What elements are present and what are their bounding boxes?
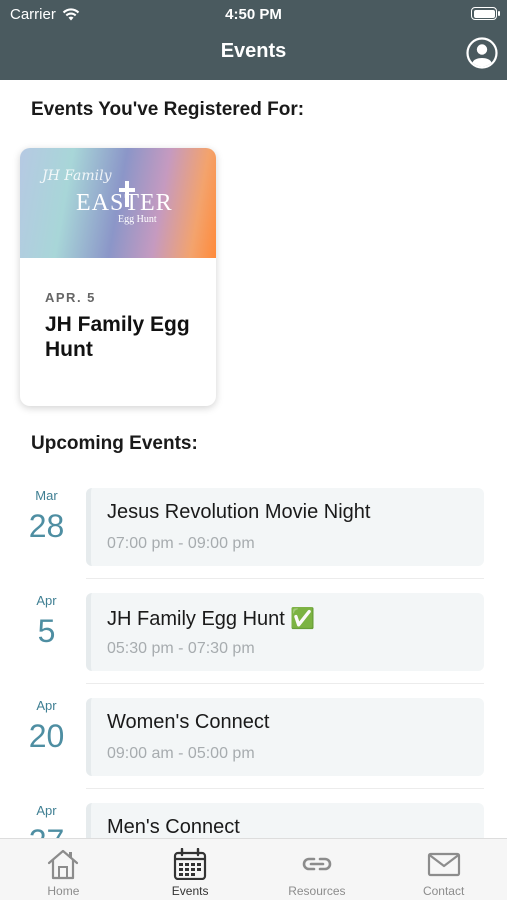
calendar-icon (174, 848, 207, 880)
event-month: Apr (36, 803, 57, 818)
event-title: Men's Connect (107, 816, 240, 838)
event-time: 05:30 pm - 07:30 pm (107, 640, 255, 657)
registered-event-date: APR. 5 (45, 290, 96, 305)
registered-heading: Events You've Registered For: (31, 99, 305, 120)
page-title: Events (220, 40, 287, 62)
tab-bar: Home Events Resources Contact (0, 838, 507, 900)
link-icon (302, 857, 332, 871)
event-month: Apr (36, 593, 57, 608)
status-bar: Carrier 4:50 PM (0, 0, 507, 30)
event-month: Apr (36, 698, 57, 713)
tab-label: Home (47, 884, 80, 898)
event-card[interactable]: JH Family Egg Hunt ✅ 05:30 pm - 07:30 pm (86, 593, 484, 671)
tab-label: Events (171, 884, 209, 898)
event-row[interactable]: Apr 5 JH Family Egg Hunt ✅ 05:30 pm - 07… (0, 585, 507, 690)
event-day: 5 (37, 613, 56, 649)
event-card[interactable]: Jesus Revolution Movie Night 07:00 pm - … (86, 488, 484, 566)
status-time: 4:50 PM (225, 6, 282, 23)
event-row[interactable]: Mar 28 Jesus Revolution Movie Night 07:0… (0, 480, 507, 585)
divider (86, 683, 484, 684)
tab-contact[interactable]: Contact (380, 839, 507, 900)
event-day: 20 (28, 718, 65, 754)
event-title: JH Family Egg Hunt ✅ (107, 608, 316, 630)
event-title: Women's Connect (107, 711, 270, 733)
tab-label: Contact (422, 884, 465, 898)
banner-subtitle-text: Egg Hunt (118, 214, 157, 225)
battery-icon (471, 7, 500, 20)
registered-event-name: JH Family Egg Hunt (45, 313, 190, 361)
banner-title-text: EASTER (76, 190, 173, 216)
upcoming-heading: Upcoming Events: (31, 433, 198, 454)
event-title: Jesus Revolution Movie Night (107, 501, 371, 523)
home-icon (48, 849, 79, 880)
top-bar: Carrier 4:50 PM Events (0, 0, 507, 80)
event-card[interactable]: Women's Connect 09:00 am - 05:00 pm (86, 698, 484, 776)
registered-event-card[interactable]: JH Family EASTER Egg Hunt APR. 5 JH Fami… (20, 148, 216, 406)
tab-label: Resources (288, 884, 346, 898)
event-time: 09:00 am - 05:00 pm (107, 745, 255, 762)
banner-script-text: JH Family (42, 168, 112, 184)
divider (86, 788, 484, 789)
event-month: Mar (35, 488, 58, 503)
tab-events[interactable]: Events (127, 839, 254, 900)
event-day: 28 (28, 508, 65, 544)
profile-button[interactable] (466, 37, 498, 69)
event-time: 07:00 pm - 09:00 pm (107, 535, 255, 552)
divider (86, 578, 484, 579)
event-row[interactable]: Apr 20 Women's Connect 09:00 am - 05:00 … (0, 690, 507, 795)
event-banner-image: JH Family EASTER Egg Hunt (20, 148, 216, 258)
tab-home[interactable]: Home (0, 839, 127, 900)
mail-icon (427, 852, 460, 877)
tab-resources[interactable]: Resources (254, 839, 381, 900)
